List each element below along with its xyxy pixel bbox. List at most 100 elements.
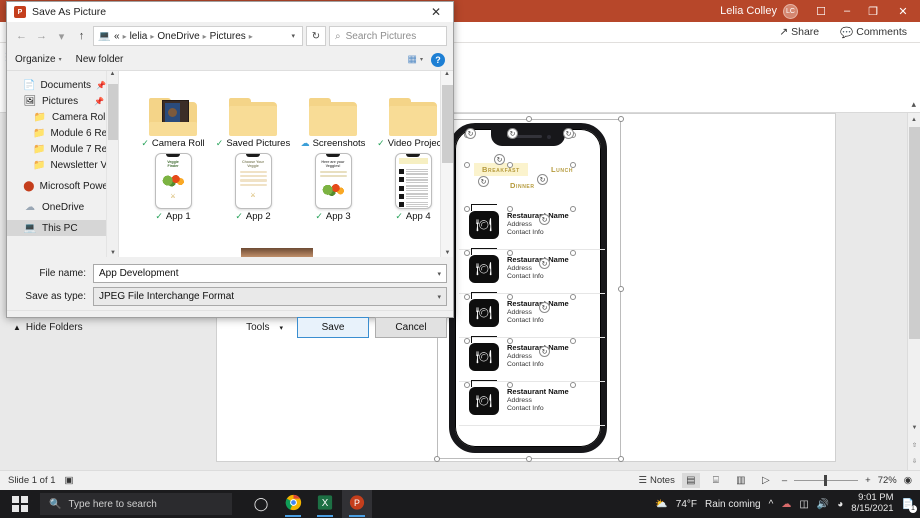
task-view-button[interactable]: ◯ [246,490,276,518]
sidebar-item-onedrive[interactable]: ☁ OneDrive [7,199,118,215]
save-button[interactable]: Save [297,317,369,338]
chevron-down-icon[interactable]: ▾ [437,270,441,278]
accessibility-icon[interactable]: ▣ [65,475,74,486]
selection-handle[interactable] [464,338,470,344]
organize-button[interactable]: Organize ▾ [15,54,62,65]
sidebar-item-this-pc[interactable]: 💻 This PC [7,220,118,236]
selection-handle[interactable] [507,162,513,168]
sidebar-item-pictures[interactable]: 🖼 Pictures 📌 [7,93,118,109]
breadcrumb-overflow[interactable]: « [114,31,120,42]
zoom-out-button[interactable]: – [782,475,787,486]
help-button[interactable]: ? [431,52,445,67]
notes-button[interactable]: ☰ Notes [638,475,674,486]
clock[interactable]: 9:01 PM 8/15/2021 [851,492,893,515]
taskbar-app-powerpoint[interactable]: P [342,490,372,518]
selection-handle[interactable] [507,206,513,212]
slide-show-button[interactable]: ▷ [757,473,775,488]
file-name-input[interactable]: App Development ▾ [93,264,447,283]
cancel-button[interactable]: Cancel [375,317,447,338]
file-item-camera-roll[interactable]: ✓ Camera Roll [133,80,213,149]
share-button[interactable]: ↗ Share [770,24,828,40]
battery-icon[interactable]: ◫ [799,499,808,510]
scroll-down-icon[interactable]: ▼ [107,250,118,256]
rotation-handle[interactable]: ↻ [507,128,518,139]
hide-folders-button[interactable]: ▲ Hide Folders [13,322,83,333]
file-list-scrollbar[interactable]: ▲ ▼ [440,71,453,257]
next-slide-icon[interactable]: ⇩ [908,455,920,468]
close-button[interactable]: ✕ [886,0,920,22]
sidebar-item-documents[interactable]: 📄 Documents 📌 [7,77,118,93]
sidebar-item-camera-roll[interactable]: 📁 Camera Roll [7,109,118,125]
comments-button[interactable]: 💬 Comments [831,24,916,41]
scrollbar-thumb[interactable] [108,84,118,140]
chevron-down-icon[interactable]: ▾ [288,32,298,40]
dialog-close-button[interactable]: ✕ [419,2,453,23]
windows-start-button[interactable] [0,490,40,518]
scroll-up-icon[interactable]: ▲ [908,113,920,126]
selection-handle[interactable] [526,116,532,122]
save-as-type-select[interactable]: JPEG File Interchange Format ▾ [93,287,447,306]
rotation-handle[interactable]: ↻ [478,176,489,187]
sidebar-item-module-7[interactable]: 📁 Module 7 Readin [7,141,118,157]
file-list[interactable]: ✓ Camera Roll ✓ Saved Pictures ☁ Screens… [119,71,453,257]
taskbar-app-excel[interactable]: X [310,490,340,518]
new-folder-button[interactable]: New folder [76,54,124,65]
selection-handle[interactable] [507,294,513,300]
recent-locations-button[interactable]: ▾ [53,26,70,46]
selection-handle[interactable] [570,162,576,168]
change-view-button[interactable]: ▦ ▾ [408,54,423,65]
wifi-icon[interactable]: ◕ [837,499,843,510]
maximize-button[interactable]: ❐ [860,0,886,22]
scrollbar-thumb[interactable] [442,85,453,163]
file-item-app-1[interactable]: Veggie Finder ⚔ ✓ App 1 [133,153,213,222]
breadcrumb-item-pictures[interactable]: Pictures [210,31,246,42]
previous-slide-icon[interactable]: ⇧ [908,439,920,452]
selection-handle[interactable] [507,382,513,388]
rotation-handle[interactable]: ↻ [465,128,476,139]
selection-handle[interactable] [570,294,576,300]
file-item-app-2[interactable]: Choose Your Veggie ⚔ ✓ App 2 [213,153,293,222]
save-as-picture-dialog[interactable]: P Save As Picture ✕ ← → ▾ ↑ 💻 « ▸ lelia … [6,1,454,338]
zoom-slider[interactable] [794,475,859,486]
zoom-in-button[interactable]: + [865,475,871,486]
selection-handle[interactable] [570,338,576,344]
volume-icon[interactable]: 🔊 [817,499,829,510]
sidebar-item-module-6[interactable]: 📁 Module 6 Readin [7,125,118,141]
fit-to-window-icon[interactable]: ◉ [904,475,912,486]
file-item-screenshots[interactable]: ☁ Screenshots [293,80,373,149]
forward-button[interactable]: → [33,26,50,46]
collapse-ribbon-button[interactable]: ▴ [911,99,916,110]
breadcrumb[interactable]: 💻 « ▸ lelia ▸ OneDrive ▸ Pictures ▸ ▾ [93,26,303,46]
selection-handle[interactable] [507,250,513,256]
scrollbar-thumb[interactable] [909,127,920,339]
selection-handle[interactable] [434,456,440,462]
slide-sorter-view-button[interactable]: ⌸ [707,473,725,488]
reading-view-button[interactable]: ▥ [732,473,750,488]
selection-handle[interactable] [507,338,513,344]
rotation-handle[interactable]: ↻ [539,302,550,313]
ribbon-display-options-icon[interactable]: ☐ [808,0,834,22]
selection-handle[interactable] [464,294,470,300]
rotation-handle[interactable]: ↻ [539,214,550,225]
rotation-handle[interactable]: ↻ [563,128,574,139]
sidebar-item-newsletter-video[interactable]: 📁 Newsletter Video [7,157,118,173]
rotation-handle[interactable]: ↻ [494,154,505,165]
up-button[interactable]: ↑ [73,26,90,46]
search-input[interactable]: ⌕ Search Pictures [329,26,447,46]
selection-handle[interactable] [526,456,532,462]
breadcrumb-item-onedrive[interactable]: OneDrive [157,31,199,42]
scroll-up-icon[interactable]: ▲ [107,71,118,77]
minimize-button[interactable]: – [834,0,860,22]
zoom-level[interactable]: 72% [878,475,897,486]
file-item-saved-pictures[interactable]: ✓ Saved Pictures [213,80,293,149]
onedrive-tray-icon[interactable]: ☁ [781,499,791,510]
normal-view-button[interactable]: ▤ [681,473,700,488]
scroll-up-icon[interactable]: ▲ [441,71,453,77]
avatar[interactable]: LC [783,3,798,19]
selection-handle[interactable] [464,162,470,168]
slide-vertical-scrollbar[interactable]: ▲ ▼ ⇧ ⇩ [907,113,920,470]
selection-handle[interactable] [618,286,624,292]
selection-handle[interactable] [464,206,470,212]
rotation-handle[interactable]: ↻ [539,258,550,269]
chevron-down-icon[interactable]: ▾ [437,293,441,301]
